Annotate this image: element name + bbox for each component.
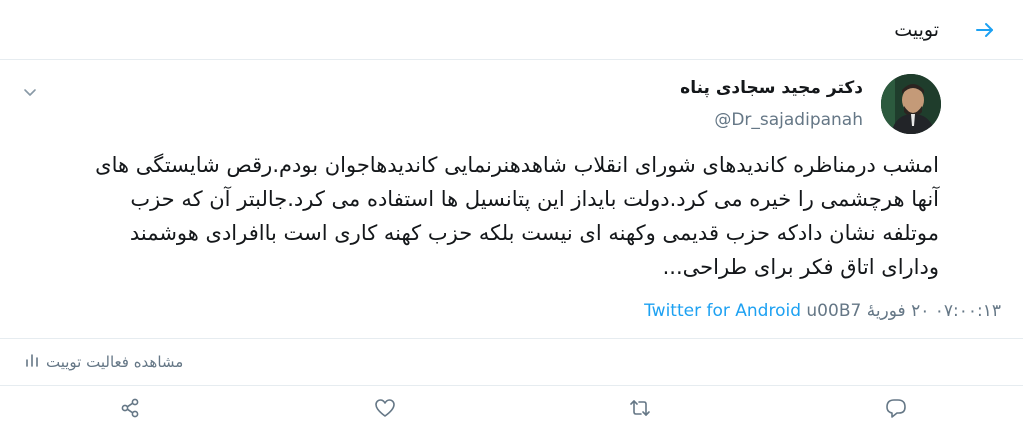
heart-icon[interactable] (373, 396, 397, 420)
author-handle[interactable]: @Dr_sajadipanah (714, 108, 863, 132)
tweet-meta: Twitter for Android u00B7 ۰۷:۰۰:۱۳ ۲۰ فو… (644, 300, 1001, 322)
activity-bar: مشاهده فعالیت توییت (0, 338, 1023, 386)
reply-icon[interactable] (884, 396, 908, 420)
retweet-icon[interactable] (628, 396, 652, 420)
tweet-text-line: آنها هرچشمی را خیره می کرد.دولت بایداز ا… (130, 187, 939, 211)
tweet-text-line: موتلفه نشان دادکه حزب قدیمی وکهنه ای نیس… (129, 221, 939, 245)
tweet-text-line: ودارای اتاق فکر برای طراحی... (662, 255, 939, 279)
share-icon[interactable] (118, 396, 142, 420)
view-activity-link[interactable]: مشاهده فعالیت توییت (24, 352, 183, 372)
tweet-text-line: امشب درمناظره کاندیدهای شورای انقلاب شاه… (95, 153, 939, 177)
avatar[interactable] (881, 74, 941, 134)
page-title: توییت (894, 19, 939, 41)
arrow-right-icon[interactable] (973, 18, 997, 42)
tweet-text: امشب درمناظره کاندیدهای شورای انقلاب شاه… (9, 148, 939, 284)
bar-chart-icon (24, 352, 40, 372)
header-bar: توییت (0, 0, 1023, 60)
tweet-source[interactable]: Twitter for Android (644, 301, 801, 321)
activity-label: مشاهده فعالیت توییت (46, 353, 184, 371)
chevron-down-icon[interactable] (22, 84, 38, 100)
tweet-timestamp: ۰۷:۰۰:۱۳ ۲۰ فوریهٔ (866, 301, 1001, 321)
meta-separator: u00B7 (806, 301, 862, 321)
author-name[interactable]: دکتر مجید سجادی پناه (680, 76, 863, 100)
